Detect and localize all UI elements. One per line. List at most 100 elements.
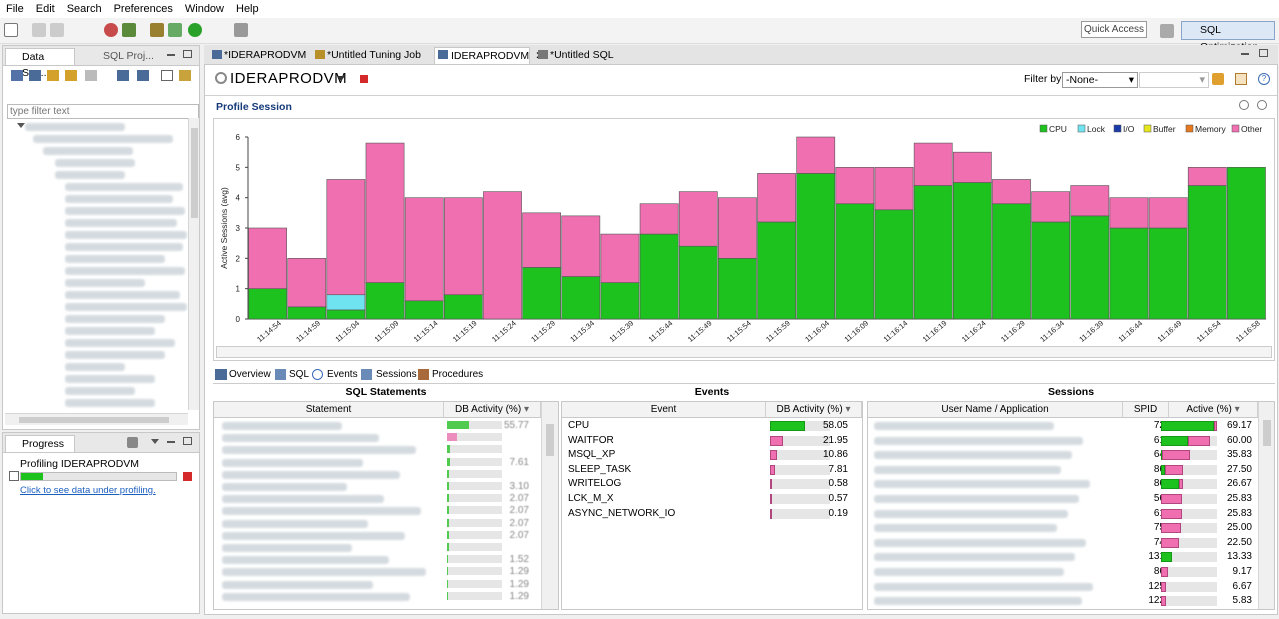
apply-filter-icon[interactable] [1212,73,1224,85]
stop-profiling-icon[interactable] [183,472,192,481]
minimize-icon[interactable] [167,441,175,443]
tab-sql[interactable]: SQL [289,369,309,380]
filter-input[interactable] [7,104,199,119]
new-icon[interactable] [4,23,18,37]
table-row[interactable]: 64 35.83 [868,448,1258,463]
tab-sql-projects[interactable]: SQL Proj... [87,48,157,65]
column-db-activity[interactable]: DB Activity (%) ▾ [444,402,541,418]
save-icon[interactable] [32,23,46,37]
table-row[interactable]: 86 26.67 [868,477,1258,492]
event-name: WRITELOG [568,478,622,490]
sessions-scrollbar[interactable] [1258,402,1274,609]
profiling-data-link[interactable]: Click to see data under profiling. [20,485,156,496]
filter-select[interactable]: -None- ▾ [1062,72,1138,88]
folder-icon[interactable] [47,70,59,81]
tab-overview[interactable]: Overview [229,369,271,380]
table-row[interactable]: 72 69.17 [868,419,1258,434]
add-datasource-icon[interactable] [11,70,23,81]
table-row[interactable]: 86 9.17 [868,565,1258,580]
help-icon[interactable]: ? [1258,73,1270,85]
tab-progress[interactable]: Progress [5,435,75,452]
table-row[interactable]: 61 25.83 [868,507,1258,522]
chart-horizontal-scrollbar[interactable] [216,346,1272,358]
table-row[interactable]: MSQL_XP 10.86 [562,448,862,463]
refresh-icon[interactable] [65,70,77,81]
export-icon[interactable] [137,70,149,81]
table-row[interactable]: 56 25.83 [868,492,1258,507]
table-row[interactable]: 131 13.33 [868,550,1258,565]
table-row[interactable]: ASYNC_NETWORK_IO 0.19 [562,507,862,522]
save-all-icon[interactable] [50,23,64,37]
legend-label: Buffer [1153,124,1176,134]
menu-help[interactable]: Help [236,3,259,15]
table-row[interactable]: LCK_M_X 0.57 [562,492,862,507]
legend-label: Lock [1087,124,1106,134]
maximize-icon[interactable] [183,437,192,445]
table-row[interactable]: 122 5.83 [868,594,1258,609]
menu-preferences[interactable]: Preferences [114,3,173,15]
tab-data-source[interactable]: Data Sou... [5,48,75,79]
collapse-icon[interactable] [161,70,173,81]
view-menu-icon[interactable] [151,439,159,444]
table-row[interactable]: WAITFOR 21.95 [562,434,862,449]
tree-vertical-scrollbar[interactable] [188,118,199,410]
column-active[interactable]: Active (%) ▾ [1169,402,1258,418]
table-row[interactable]: 125 6.67 [868,580,1258,595]
column-spid[interactable]: SPID [1123,402,1169,418]
active-value: 22.50 [1226,536,1252,548]
calendar-icon[interactable] [1235,73,1247,85]
link-icon[interactable] [179,70,191,81]
copy-icon[interactable] [85,70,97,81]
debug-icon[interactable] [104,23,118,37]
remove-all-icon[interactable] [127,437,138,448]
wizard-icon[interactable] [234,23,248,37]
stop-icon[interactable] [360,75,368,83]
table-row[interactable]: WRITELOG 0.58 [562,477,862,492]
table-row[interactable]: 1.29 [214,590,541,605]
maximize-icon[interactable] [183,50,192,58]
tab-events[interactable]: Events [327,369,358,380]
menu-window[interactable]: Window [185,3,224,15]
sql-optimization-perspective[interactable]: SQL Optimization [1181,21,1275,53]
minimize-icon[interactable] [167,54,175,56]
column-statement[interactable]: Statement [214,402,444,418]
tree-horizontal-scrollbar[interactable] [5,413,188,425]
profile-icon[interactable] [168,23,182,37]
run-icon[interactable] [188,23,202,37]
menu-edit[interactable]: Edit [36,3,55,15]
connect-icon[interactable] [122,23,136,37]
menu-search[interactable]: Search [67,3,102,15]
tab-sessions[interactable]: Sessions [376,369,417,380]
datasource-icon[interactable] [29,70,41,81]
column-event[interactable]: Event [562,402,766,418]
zoom-out-icon[interactable] [1257,100,1267,110]
table-row[interactable]: 75 25.00 [868,521,1258,536]
chevron-down-icon[interactable] [337,76,345,81]
tool-icon[interactable] [150,23,164,37]
filter-value-select[interactable]: ▾ [1139,72,1209,88]
quick-access-input[interactable]: Quick Access [1081,21,1147,38]
zoom-in-icon[interactable] [1239,100,1249,110]
active-value: 5.83 [1232,595,1252,607]
open-perspective-icon[interactable] [1160,24,1174,38]
tab-ideraprodvm-active[interactable]: IDERAPRODVM✕ [434,47,544,64]
table-row[interactable]: 74 22.50 [868,536,1258,551]
tab-untitled-sql[interactable]: *Untitled SQL 2.sql [534,47,634,77]
tab-procedures[interactable]: Procedures [432,369,483,380]
minimize-icon[interactable] [1241,53,1249,55]
table-row[interactable]: 86 27.50 [868,463,1258,478]
menu-file[interactable]: File [6,3,24,15]
server-name[interactable]: IDERAPRODVM [230,70,347,87]
tab-ideraprodvm-1[interactable]: *IDERAPRODVM [208,47,306,64]
column-user-application[interactable]: User Name / Application [868,402,1123,418]
import-icon[interactable] [117,70,129,81]
maximize-icon[interactable] [1259,49,1268,57]
sort-icon: ▾ [1234,404,1240,415]
sql-scrollbar[interactable] [541,402,558,609]
table-row[interactable]: SLEEP_TASK 7.81 [562,463,862,478]
bar-other-segment [365,142,405,283]
column-event-activity[interactable]: DB Activity (%) ▾ [766,402,862,418]
table-row[interactable]: CPU 58.05 [562,419,862,434]
table-row[interactable]: 61 60.00 [868,434,1258,449]
tab-untitled-tuning-job[interactable]: *Untitled Tuning Job [311,47,429,64]
